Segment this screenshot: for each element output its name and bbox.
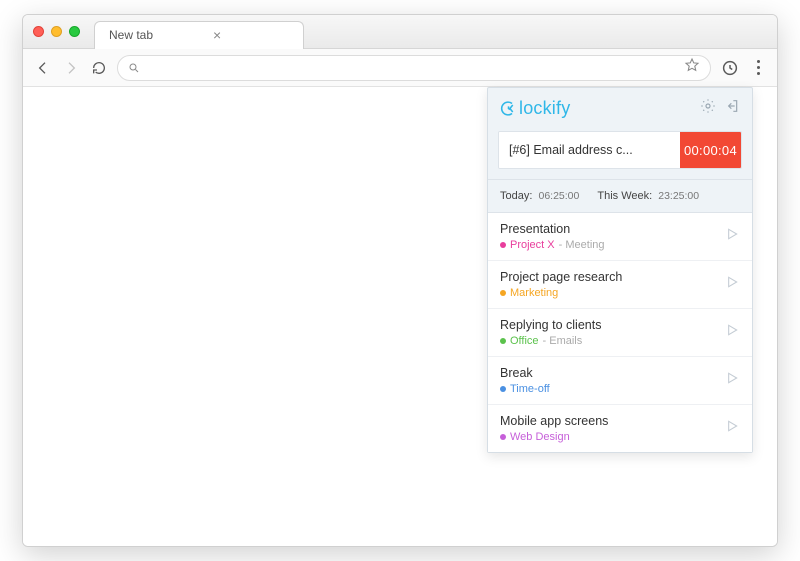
timer-elapsed: 00:00:04 xyxy=(684,143,737,158)
entry-subtitle: Marketing xyxy=(500,287,724,299)
clockify-extension-icon[interactable] xyxy=(719,57,741,79)
logo-text: lockify xyxy=(519,98,570,119)
logout-icon[interactable] xyxy=(724,98,740,119)
window-maximize-button[interactable] xyxy=(69,26,80,37)
timer-row: 00:00:04 xyxy=(498,131,742,169)
play-icon[interactable] xyxy=(724,226,740,247)
entry-title: Project page research xyxy=(500,270,724,284)
play-icon[interactable] xyxy=(724,418,740,439)
entry-info: Break Time-off xyxy=(500,366,724,395)
project-name: Marketing xyxy=(510,287,558,299)
project-color-dot xyxy=(500,434,506,440)
project-name: Time-off xyxy=(510,383,550,395)
popup-header: lockify xyxy=(488,88,752,127)
time-entry[interactable]: Presentation Project X - Meeting xyxy=(488,213,752,261)
window-close-button[interactable] xyxy=(33,26,44,37)
entry-title: Break xyxy=(500,366,724,380)
tab-close-icon[interactable]: × xyxy=(213,28,221,42)
entry-info: Mobile app screens Web Design xyxy=(500,414,724,443)
stat-today-label: Today: xyxy=(500,190,532,202)
window-titlebar: New tab × xyxy=(23,15,777,49)
entry-subtitle: Time-off xyxy=(500,383,724,395)
project-color-dot xyxy=(500,338,506,344)
time-entry[interactable]: Break Time-off xyxy=(488,357,752,405)
entry-info: Replying to clients Office - Emails xyxy=(500,318,724,347)
stat-week: This Week: 23:25:00 xyxy=(597,190,699,202)
address-bar[interactable] xyxy=(117,55,711,81)
forward-button[interactable] xyxy=(61,58,81,78)
project-name: Web Design xyxy=(510,431,570,443)
page-content: lockify 00:00:04 Today: 06:2 xyxy=(23,87,777,546)
time-entry[interactable]: Project page research Marketing xyxy=(488,261,752,309)
project-name: Office xyxy=(510,335,539,347)
project-color-dot xyxy=(500,290,506,296)
entry-subtitle: Office - Emails xyxy=(500,335,724,347)
browser-menu-button[interactable] xyxy=(749,60,767,75)
settings-icon[interactable] xyxy=(700,98,716,119)
stat-week-label: This Week: xyxy=(597,190,652,202)
timer-description-input[interactable] xyxy=(499,132,680,168)
tab-title: New tab xyxy=(109,28,153,42)
entry-title: Replying to clients xyxy=(500,318,724,332)
entry-subtitle: Project X - Meeting xyxy=(500,239,724,251)
search-icon xyxy=(128,62,140,74)
window-minimize-button[interactable] xyxy=(51,26,62,37)
stat-week-value: 23:25:00 xyxy=(658,190,699,202)
play-icon[interactable] xyxy=(724,370,740,391)
reload-button[interactable] xyxy=(89,58,109,78)
project-color-dot xyxy=(500,242,506,248)
browser-tab[interactable]: New tab × xyxy=(94,21,304,49)
clockify-logo: lockify xyxy=(500,98,570,119)
task-name: - Meeting xyxy=(559,239,605,251)
time-entry[interactable]: Replying to clients Office - Emails xyxy=(488,309,752,357)
play-icon[interactable] xyxy=(724,274,740,295)
entry-info: Presentation Project X - Meeting xyxy=(500,222,724,251)
stat-today: Today: 06:25:00 xyxy=(500,190,579,202)
stats-bar: Today: 06:25:00 This Week: 23:25:00 xyxy=(488,179,752,213)
timer-stop-button[interactable]: 00:00:04 xyxy=(680,132,741,168)
back-button[interactable] xyxy=(33,58,53,78)
entry-title: Mobile app screens xyxy=(500,414,724,428)
window-controls xyxy=(33,26,80,37)
project-name: Project X xyxy=(510,239,555,251)
entry-info: Project page research Marketing xyxy=(500,270,724,299)
project-color-dot xyxy=(500,386,506,392)
entry-title: Presentation xyxy=(500,222,724,236)
stat-today-value: 06:25:00 xyxy=(538,190,579,202)
browser-window: New tab × xyxy=(22,14,778,547)
time-entries-list: Presentation Project X - Meeting Project p… xyxy=(488,213,752,452)
bookmark-star-icon[interactable] xyxy=(684,57,700,78)
browser-toolbar xyxy=(23,49,777,87)
task-name: - Emails xyxy=(543,335,583,347)
time-entry[interactable]: Mobile app screens Web Design xyxy=(488,405,752,452)
entry-subtitle: Web Design xyxy=(500,431,724,443)
play-icon[interactable] xyxy=(724,322,740,343)
clockify-popup: lockify 00:00:04 Today: 06:2 xyxy=(487,87,753,453)
